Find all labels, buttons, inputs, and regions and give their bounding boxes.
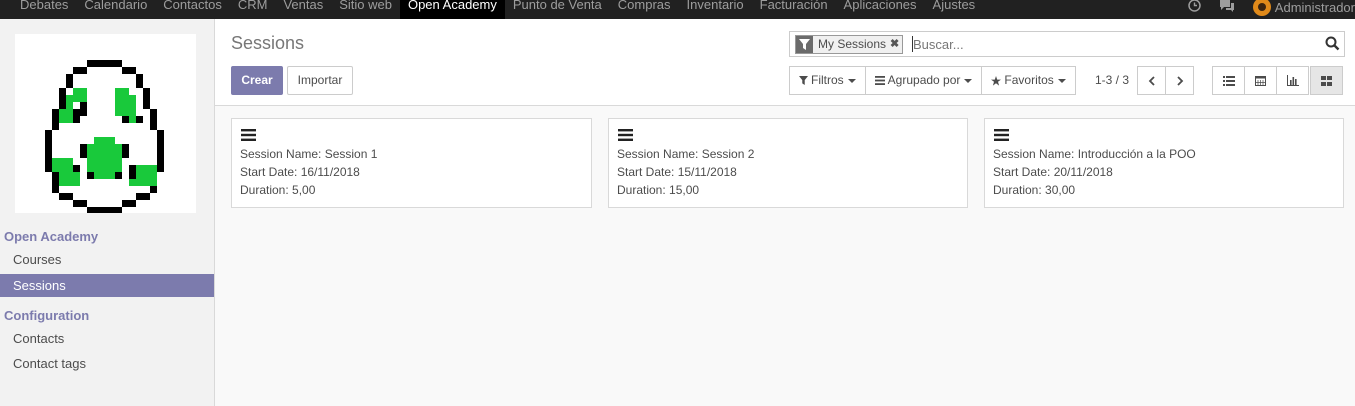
menu-facturacion[interactable]: Facturación xyxy=(752,0,836,19)
session-duration: Duration: 5,00 xyxy=(240,183,316,197)
search-options: Filtros Agrupado por Favoritos xyxy=(789,66,1076,95)
menu-sitio-web[interactable]: Sitio web xyxy=(331,0,400,19)
groupby-label: Agrupado por xyxy=(887,73,961,87)
kanban-view-icon xyxy=(1321,75,1332,86)
graph-view-button[interactable] xyxy=(1276,66,1309,95)
sidebar-item-courses[interactable]: Courses xyxy=(0,248,214,271)
favorites-label: Favoritos xyxy=(1004,73,1054,87)
caret-down-icon xyxy=(1057,78,1066,83)
session-duration: Duration: 30,00 xyxy=(993,183,1076,197)
menu-contactos[interactable]: Contactos xyxy=(155,0,230,19)
menu-aplicaciones[interactable]: Aplicaciones xyxy=(836,0,925,19)
sidebar-item-sessions[interactable]: Sessions xyxy=(0,274,214,297)
card-menu-icon[interactable] xyxy=(618,129,633,141)
chevron-right-icon xyxy=(1176,75,1183,86)
filter-facet-icon xyxy=(796,36,813,53)
pixel-egg-logo-icon xyxy=(45,60,164,213)
kanban-view-button[interactable] xyxy=(1310,66,1343,95)
session-duration: Duration: 15,00 xyxy=(617,183,700,197)
user-menu[interactable]: Administrador xyxy=(1275,0,1355,15)
menu-punto-de-venta[interactable]: Punto de Venta xyxy=(505,0,610,19)
calendar-view-button[interactable] xyxy=(1244,66,1277,95)
kanban-card[interactable]: Session Name: Session 2 Start Date: 15/1… xyxy=(608,118,968,208)
star-icon xyxy=(991,75,1002,86)
filters-dropdown[interactable]: Filtros xyxy=(789,66,866,95)
menu-compras[interactable]: Compras xyxy=(610,0,679,19)
menu-open-academy[interactable]: Open Academy xyxy=(399,0,505,19)
systray: Administrador xyxy=(1188,0,1355,19)
menu-crm[interactable]: CRM xyxy=(230,0,276,19)
app-logo xyxy=(15,34,196,213)
session-start-date: Start Date: 20/11/2018 xyxy=(993,165,1113,179)
groupby-dropdown[interactable]: Agrupado por xyxy=(864,66,983,95)
page-title: Sessions xyxy=(231,33,305,53)
menu-calendario[interactable]: Calendario xyxy=(76,0,155,19)
clock-icon[interactable] xyxy=(1188,0,1201,15)
kanban-card[interactable]: Session Name: Introducción a la POO Star… xyxy=(984,118,1344,208)
caret-down-icon xyxy=(847,78,856,83)
chat-icon[interactable] xyxy=(1219,0,1235,15)
menu-ajustes[interactable]: Ajustes xyxy=(925,0,984,19)
filters-label: Filtros xyxy=(811,73,844,87)
caret-down-icon xyxy=(964,78,973,83)
calendar-view-icon xyxy=(1255,76,1266,86)
control-panel: Sessions My Sessions ✖ Crear Importar Fi… xyxy=(215,19,1355,106)
search-box[interactable]: My Sessions ✖ xyxy=(789,31,1345,57)
main-menu: Debates Calendario Contactos CRM Ventas … xyxy=(12,0,983,19)
pager-next-button[interactable] xyxy=(1165,66,1194,95)
session-name: Session Name: Session 1 xyxy=(240,147,378,161)
sidebar-item-contacts[interactable]: Contacts xyxy=(0,327,214,350)
session-start-date: Start Date: 16/11/2018 xyxy=(240,165,360,179)
pager-value[interactable]: 1-3 / 3 xyxy=(1095,66,1129,95)
sidebar-section-open-academy: Open Academy xyxy=(4,229,99,244)
session-name: Session Name: Session 2 xyxy=(617,147,755,161)
card-menu-icon[interactable] xyxy=(241,129,256,141)
facet-label: My Sessions xyxy=(818,37,887,51)
card-menu-icon[interactable] xyxy=(994,129,1009,141)
chevron-left-icon xyxy=(1148,75,1155,86)
create-button[interactable]: Crear xyxy=(231,66,283,95)
graph-view-icon xyxy=(1286,75,1299,86)
search-facet: My Sessions ✖ xyxy=(795,35,904,54)
remove-facet-icon[interactable]: ✖ xyxy=(890,36,902,53)
menu-ventas[interactable]: Ventas xyxy=(275,0,331,19)
pager-previous-button[interactable] xyxy=(1137,66,1166,95)
list-view-button[interactable] xyxy=(1212,66,1245,95)
session-start-date: Start Date: 15/11/2018 xyxy=(617,165,737,179)
search-icon[interactable] xyxy=(1325,36,1340,54)
bars-icon xyxy=(874,76,885,85)
kanban-card[interactable]: Session Name: Session 1 Start Date: 16/1… xyxy=(231,118,592,208)
favorites-dropdown[interactable]: Favoritos xyxy=(981,66,1076,95)
avatar[interactable] xyxy=(1252,0,1271,16)
import-button[interactable]: Importar xyxy=(287,66,353,95)
session-name: Session Name: Introducción a la POO xyxy=(993,147,1196,161)
top-navbar: Debates Calendario Contactos CRM Ventas … xyxy=(0,0,1355,19)
menu-inventario[interactable]: Inventario xyxy=(679,0,752,19)
search-input[interactable] xyxy=(913,34,1313,54)
menu-debates[interactable]: Debates xyxy=(12,0,76,19)
sidebar: Open Academy Courses Sessions Configurat… xyxy=(0,19,215,406)
list-view-icon xyxy=(1222,75,1235,86)
sidebar-item-contact-tags[interactable]: Contact tags xyxy=(0,352,214,375)
filter-icon xyxy=(799,76,808,85)
sidebar-section-configuration: Configuration xyxy=(4,308,90,323)
